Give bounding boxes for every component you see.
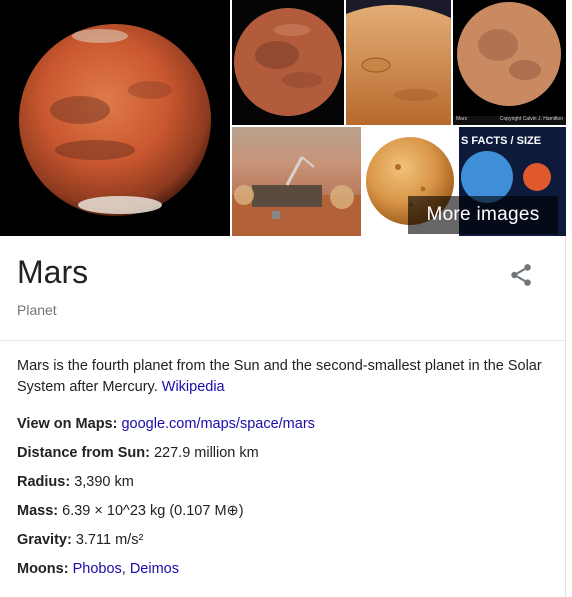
fact-value: 3,390 km [74,474,134,490]
fact-label: Moons: [17,561,69,577]
maps-link[interactable]: google.com/maps/space/mars [121,416,314,432]
gallery-image-mars-horizon[interactable] [346,0,451,125]
gallery-image-mars-lander[interactable] [232,127,361,236]
more-images-button[interactable]: More images [408,196,558,234]
knowledge-panel: Mars Copyright Calvin J. Hamilton S FACT… [0,0,566,597]
fact-row-mass: Mass: 6.39 × 10^23 kg (0.107 M⊕) [17,500,547,529]
entity-description: Mars is the fourth planet from the Sun a… [17,356,547,398]
gallery-image-mars-main[interactable] [0,0,230,236]
size-facts-banner: S FACTS / SIZE [461,135,542,147]
fact-row-radius: Radius: 3,390 km [17,471,547,500]
fact-row-moons: Moons: Phobos, Deimos [17,558,547,587]
image-gallery: Mars Copyright Calvin J. Hamilton S FACT… [0,0,566,236]
fact-value: 6.39 × 10^23 kg (0.107 M⊕) [62,503,244,519]
moons-separator: , [121,561,130,577]
share-icon[interactable] [508,262,534,288]
phobos-link[interactable]: Phobos [73,561,122,577]
fact-value: 3.711 m/s² [75,532,144,548]
fact-label: Distance from Sun: [17,445,150,461]
entity-subtitle: Planet [17,302,57,318]
fact-label: View on Maps: [17,416,118,432]
deimos-link[interactable]: Deimos [130,561,179,577]
fact-label: Radius: [17,474,71,490]
fact-row-gravity: Gravity: 3.711 m/s² [17,529,547,558]
entity-title: Mars [17,254,89,290]
wikipedia-link[interactable]: Wikipedia [162,379,225,395]
fact-row-distance: Distance from Sun: 227.9 million km [17,442,547,471]
description-text: Mars is the fourth planet from the Sun a… [17,358,542,395]
fact-label: Gravity: [17,532,72,548]
gallery-image-mars-globe[interactable] [232,0,344,125]
facts-list: View on Maps: google.com/maps/space/mars… [17,413,547,587]
fact-value: 227.9 million km [153,445,259,461]
credit-right-label: Copyright Calvin J. Hamilton [499,116,563,122]
fact-label: Mass: [17,503,59,519]
fact-row-maps: View on Maps: google.com/maps/space/mars [17,413,547,442]
gallery-image-mars-hamilton[interactable]: Mars Copyright Calvin J. Hamilton [453,0,566,125]
panel-header: Mars Planet [0,236,565,341]
credit-left-label: Mars [456,116,468,122]
